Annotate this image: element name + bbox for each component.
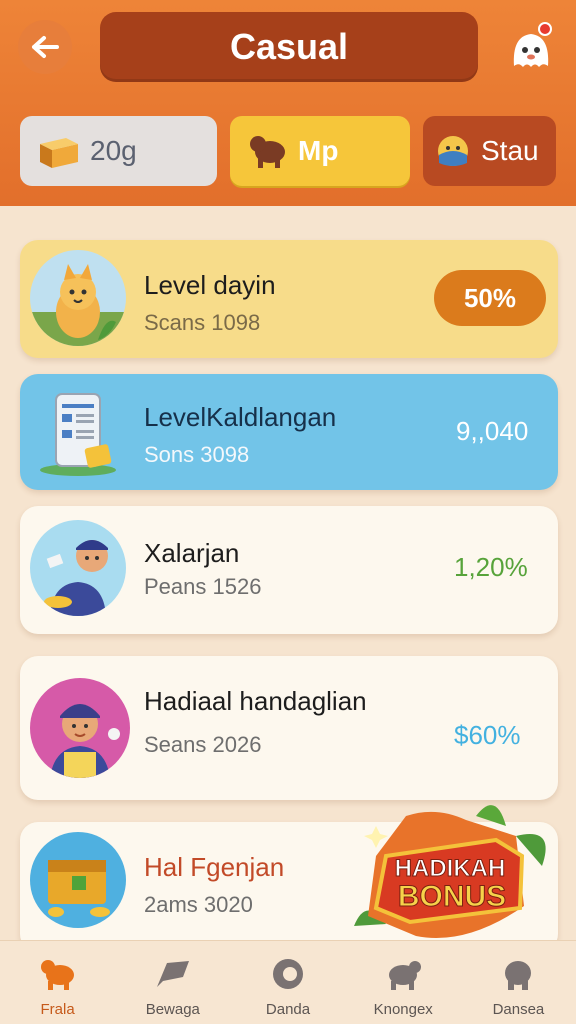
card-value: $60% xyxy=(454,720,521,750)
card-value: 1,20% xyxy=(454,552,528,582)
header: Casual 20g Mp Stau xyxy=(0,0,576,206)
level-card-2[interactable]: LevelKaldlangan Sons 3098 9,,040 xyxy=(20,374,558,490)
elephant-icon xyxy=(505,961,532,990)
card-title: Hadiaal handaglian xyxy=(144,686,367,716)
nav-item-frala[interactable]: Frala xyxy=(0,941,115,1024)
card-value: 9,,040 xyxy=(456,416,529,446)
bonus-line1: HADIKAH xyxy=(395,855,506,882)
back-button[interactable] xyxy=(18,20,72,74)
level-card-4[interactable]: Hadiaal handaglian Seans 2026 $60% xyxy=(20,656,558,800)
card-subtitle: Seans 2026 xyxy=(144,732,262,757)
card-subtitle: Peans 1526 xyxy=(144,574,262,599)
profile-button[interactable] xyxy=(508,22,554,72)
notification-dot xyxy=(538,22,552,36)
nav-item-dansea[interactable]: Dansea xyxy=(461,941,576,1024)
progress-badge: 50% xyxy=(434,270,546,326)
arrow-left-icon xyxy=(32,36,59,58)
nav-label: Danda xyxy=(265,1001,311,1018)
coin-icon xyxy=(273,959,303,989)
nav-label: Bewaga xyxy=(145,1001,200,1018)
fox-avatar xyxy=(30,250,126,346)
bonus-line2: BONUS xyxy=(398,880,506,913)
card-title: Level dayin xyxy=(144,270,276,300)
nav-label: Frala xyxy=(40,1001,75,1018)
phone-document-icon xyxy=(30,384,126,480)
bear-icon xyxy=(250,136,285,168)
tab-mp-label: Mp xyxy=(298,135,339,166)
card-subtitle: 2ams 3020 xyxy=(144,892,253,917)
page-title-text: Casual xyxy=(229,26,349,67)
card-title: Xalarjan xyxy=(144,538,240,568)
nav-item-danda[interactable]: Danda xyxy=(230,941,345,1024)
nav-item-bewaga[interactable]: Bewaga xyxy=(115,941,230,1024)
courier-avatar xyxy=(30,520,126,616)
nav-label: Knongex xyxy=(373,1001,433,1018)
flag-icon xyxy=(156,961,189,987)
tab-mp[interactable]: Mp xyxy=(230,116,410,186)
page-title: Casual xyxy=(100,12,478,82)
face-icon xyxy=(438,136,468,166)
card-title: Hal Fgenjan xyxy=(144,852,285,882)
chef-avatar xyxy=(30,678,130,778)
tab-stat[interactable]: Stau xyxy=(423,116,556,186)
tab-gold[interactable]: 20g xyxy=(20,116,217,186)
nav-item-knongex[interactable]: Knongex xyxy=(346,941,461,1024)
bonus-badge[interactable]: HADIKAH BONUS xyxy=(346,796,560,944)
bottom-nav: Frala Bewaga Danda Knongex Dansea xyxy=(0,940,576,1024)
treasure-chest xyxy=(30,832,126,928)
card-subtitle: Scans 1098 xyxy=(144,310,261,335)
animal-icon xyxy=(40,960,74,990)
card-title: LevelKaldlangan xyxy=(144,402,337,432)
level-card-3[interactable]: Xalarjan Peans 1526 1,20% xyxy=(20,506,558,634)
tab-stat-label: Stau xyxy=(481,135,539,166)
level-card-1[interactable]: Level dayin Scans 1098 50% xyxy=(20,240,558,358)
dog-icon xyxy=(389,961,422,990)
card-subtitle: Sons 3098 xyxy=(144,442,250,467)
gold-bar-icon xyxy=(40,138,78,168)
tab-gold-label: 20g xyxy=(90,135,137,166)
nav-label: Dansea xyxy=(492,1001,545,1018)
